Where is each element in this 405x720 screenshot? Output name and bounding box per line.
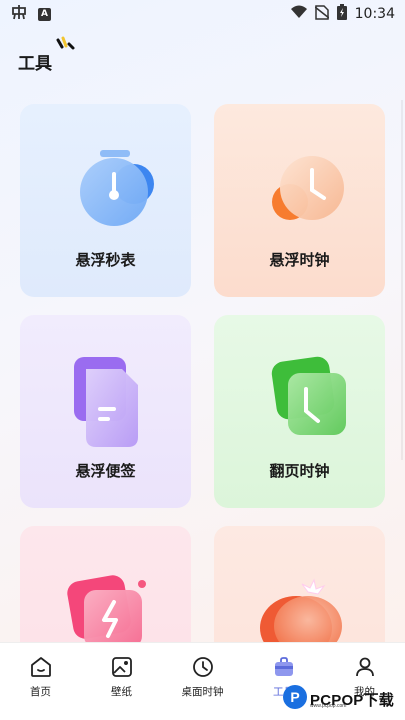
sparkle-icon xyxy=(54,36,76,60)
nav-item-home[interactable]: 首页 xyxy=(0,643,81,720)
card-floating-note[interactable]: 悬浮便签 xyxy=(20,315,191,508)
card-label: 悬浮便签 xyxy=(75,462,136,480)
clock-icon xyxy=(250,142,350,242)
svg-text:P: P xyxy=(290,689,299,705)
status-time: 10:34 xyxy=(354,6,395,22)
watermark-url: www.pcpop.com xyxy=(310,703,347,709)
bug-icon xyxy=(10,3,28,25)
page-header: 工具 xyxy=(18,36,76,74)
nav-label: 壁纸 xyxy=(111,686,132,698)
stopwatch-icon xyxy=(56,142,156,242)
flip-clock-icon xyxy=(250,353,350,453)
card-flip-clock[interactable]: 翻页时钟 xyxy=(214,315,385,508)
pcpop-logo-icon: P xyxy=(282,684,308,714)
wallpaper-icon xyxy=(110,655,134,679)
status-bar: A 10:34 xyxy=(0,0,405,28)
card-floating-clock[interactable]: 悬浮时钟 xyxy=(214,104,385,297)
wifi-icon xyxy=(290,5,307,23)
a-box-icon: A xyxy=(38,7,51,21)
card-label: 悬浮时钟 xyxy=(269,251,330,269)
nav-item-wallpaper[interactable]: 壁纸 xyxy=(81,643,162,720)
note-icon xyxy=(56,353,156,453)
card-label: 翻页时钟 xyxy=(269,462,330,480)
no-sim-icon xyxy=(314,4,330,24)
nav-label: 首页 xyxy=(30,686,51,698)
scrollbar[interactable] xyxy=(401,100,403,460)
user-icon xyxy=(353,655,377,679)
page-title: 工具 xyxy=(18,54,52,74)
toolbox-icon xyxy=(272,655,296,679)
nav-label: 桌面时钟 xyxy=(181,686,224,698)
card-label: 悬浮秒表 xyxy=(75,251,136,269)
battery-charging-icon xyxy=(336,4,347,24)
desk-clock-icon xyxy=(191,655,215,679)
watermark: P PCPOP下载 www.pcpop.com xyxy=(282,684,394,714)
card-floating-stopwatch[interactable]: 悬浮秒表 xyxy=(20,104,191,297)
home-icon xyxy=(29,655,53,679)
nav-item-desk-clock[interactable]: 桌面时钟 xyxy=(162,643,243,720)
